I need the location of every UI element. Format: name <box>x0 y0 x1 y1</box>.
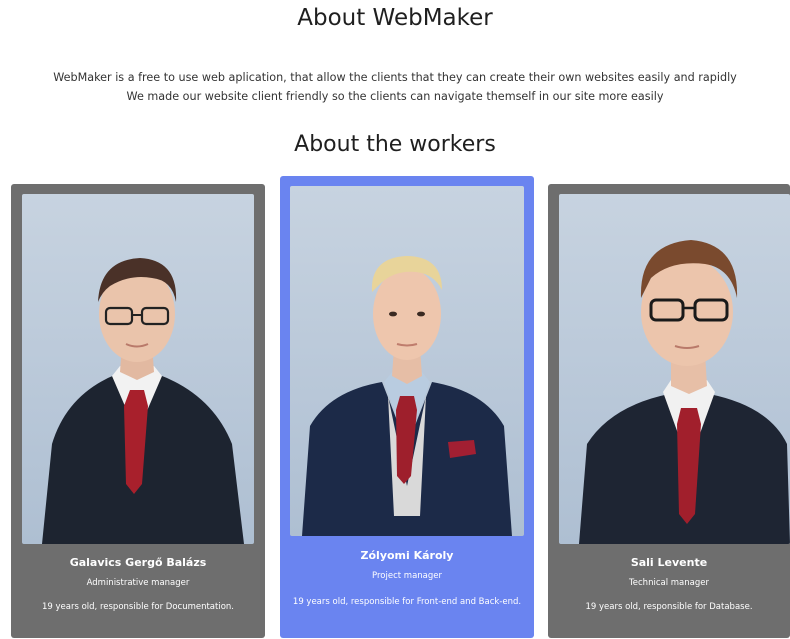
worker-description-2: 19 years old, responsible for Front-end … <box>292 597 522 607</box>
portrait-illustration <box>302 256 512 536</box>
intro-line-2: We made our website client friendly so t… <box>126 90 664 103</box>
worker-photo-3 <box>559 194 790 544</box>
intro-text: WebMaker is a free to use web aplication… <box>0 68 790 106</box>
worker-name-1: Galavics Gergő Balázs <box>69 556 207 569</box>
intro-line-1: WebMaker is a free to use web aplication… <box>53 71 737 84</box>
worker-card-2: Zólyomi Károly Project manager 19 years … <box>280 176 534 638</box>
page-title: About WebMaker <box>297 5 493 31</box>
workers-section-title: About the workers <box>294 132 496 157</box>
about-page: About WebMaker WebMaker is a free to use… <box>0 0 790 639</box>
worker-photo-1 <box>22 194 254 544</box>
worker-name-2: Zólyomi Károly <box>360 549 454 562</box>
worker-role-3: Technical manager <box>629 578 709 588</box>
worker-card-3: Sali Levente Technical manager 19 years … <box>548 184 790 638</box>
worker-role-1: Administrative manager <box>86 578 190 588</box>
worker-name-3: Sali Levente <box>630 556 708 569</box>
worker-card-1: Galavics Gergő Balázs Administrative man… <box>11 184 265 638</box>
worker-description-3: 19 years old, responsible for Database. <box>585 602 753 612</box>
portrait-illustration <box>42 258 244 544</box>
worker-role-2: Project manager <box>372 571 442 581</box>
worker-photo-2 <box>290 186 524 536</box>
portrait-illustration <box>579 240 790 544</box>
worker-description-1: 19 years old, responsible for Documentat… <box>41 602 235 612</box>
